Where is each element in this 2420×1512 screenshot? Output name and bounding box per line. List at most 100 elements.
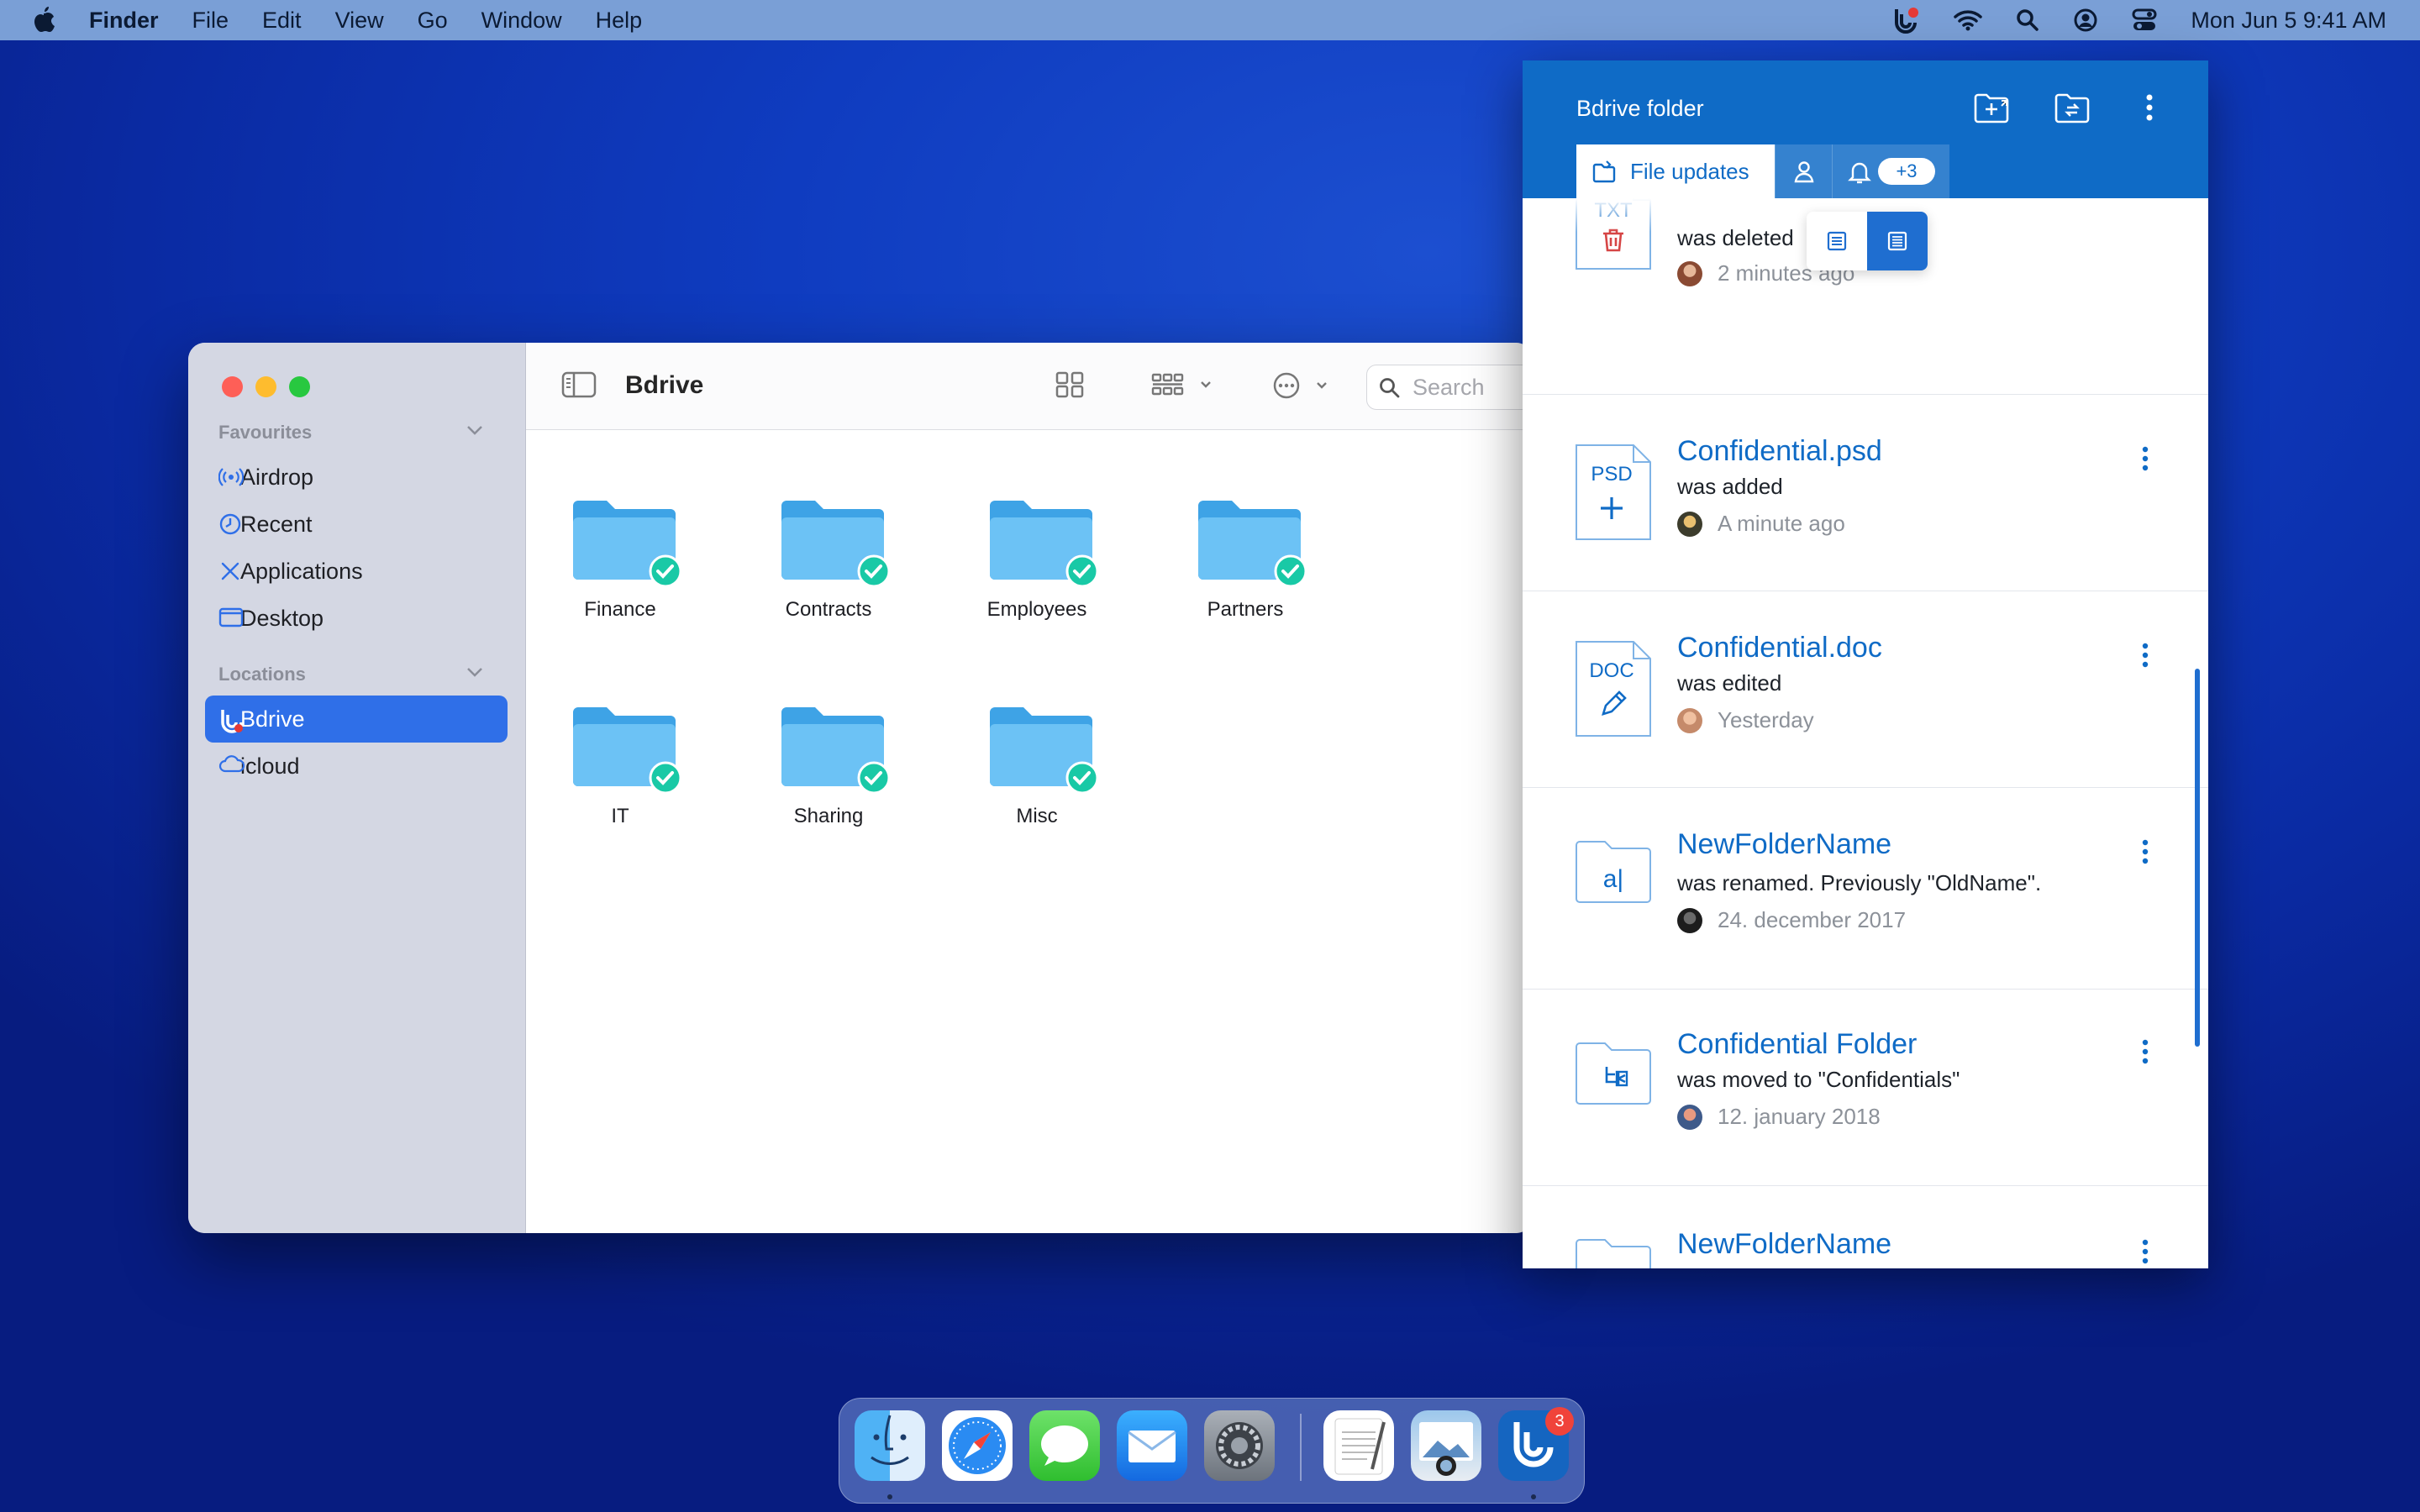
menu-view[interactable]: View	[335, 8, 384, 34]
chevron-down-icon[interactable]	[466, 665, 484, 679]
feed-scrollbar[interactable]	[2195, 669, 2200, 1047]
menu-bar: Finder File Edit View Go Window Help Mon…	[0, 0, 2420, 40]
wifi-icon[interactable]	[1954, 9, 1983, 31]
menu-edit[interactable]: Edit	[262, 8, 302, 34]
textedit-app-icon[interactable]	[1323, 1410, 1394, 1481]
safari-app-icon[interactable]	[942, 1410, 1013, 1481]
messages-app-icon[interactable]	[1029, 1410, 1100, 1481]
sidebar-item-applications[interactable]: Applications	[205, 548, 508, 595]
chevron-down-icon[interactable]	[466, 423, 484, 437]
feed-item-name[interactable]: Confidential.doc	[1677, 632, 1882, 664]
folder-synced-icon	[778, 696, 896, 796]
close-window-button[interactable]	[222, 376, 243, 397]
sidebar-item-bdrive[interactable]: Bdrive	[205, 696, 508, 743]
preview-app-icon[interactable]	[1411, 1410, 1481, 1481]
finder-app-icon[interactable]	[855, 1410, 925, 1481]
tab-label: File updates	[1630, 158, 1749, 184]
more-vertical-icon[interactable]	[2141, 1238, 2149, 1265]
sidebar-item-label: Airdrop	[240, 464, 314, 490]
detailed-view-button[interactable]	[1867, 212, 1928, 270]
sidebar-item-label: Applications	[240, 558, 363, 584]
new-folder-icon[interactable]	[1973, 91, 2012, 124]
finder-content: Finance Contracts Employees Partners IT …	[526, 430, 1533, 1233]
file-type-label: DOC	[1589, 659, 1634, 682]
more-actions-icon[interactable]	[1272, 371, 1336, 400]
file-psd-added-icon: PSD	[1575, 444, 1652, 541]
menu-app-name[interactable]: Finder	[89, 8, 159, 34]
feed-item[interactable]: Confidential Folder was moved to "Confid…	[1523, 990, 2208, 1186]
menu-help[interactable]: Help	[596, 8, 643, 34]
folder-item-partners[interactable]: Partners	[1178, 489, 1313, 640]
file-updates-feed: TXT was deleted 2 minutes ago PSD Confid…	[1523, 198, 2208, 1268]
menu-window[interactable]: Window	[481, 8, 562, 34]
menu-file[interactable]: File	[192, 8, 229, 34]
avatar	[1677, 907, 1702, 933]
feed-item-name[interactable]: NewFolderName	[1677, 1228, 1891, 1261]
tab-file-updates[interactable]: File updates	[1576, 144, 1775, 198]
more-vertical-icon[interactable]	[2141, 1038, 2149, 1065]
feed-item[interactable]: DOC Confidential.doc was edited Yesterda…	[1523, 591, 2208, 788]
sidebar-item-desktop[interactable]: Desktop	[205, 595, 508, 642]
apple-icon[interactable]	[32, 7, 55, 34]
control-center-icon[interactable]	[2132, 8, 2157, 32]
group-by-icon[interactable]	[1151, 371, 1215, 398]
sidebar-item-airdrop[interactable]: Airdrop	[205, 454, 508, 501]
window-title: Bdrive	[625, 371, 704, 399]
more-vertical-icon[interactable]	[2141, 445, 2149, 472]
minimize-window-button[interactable]	[255, 376, 276, 397]
sidebar-item-label: Desktop	[240, 605, 324, 631]
sync-folder-icon[interactable]	[2054, 91, 2092, 124]
folder-synced-icon	[986, 696, 1104, 796]
more-vertical-icon[interactable]	[2141, 642, 2149, 669]
search-input[interactable]: Search	[1366, 365, 1533, 410]
finder-window: Favourites Airdrop Recent Applications D…	[188, 343, 1533, 1233]
folder-item-employees[interactable]: Employees	[970, 489, 1104, 640]
sidebar-item-icloud[interactable]: icloud	[205, 743, 508, 790]
zoom-window-button[interactable]	[289, 376, 310, 397]
feed-item[interactable]: a| NewFolderName was renamed. Previously…	[1523, 788, 2208, 990]
search-placeholder: Search	[1413, 374, 1485, 400]
folder-synced-icon	[570, 696, 687, 796]
avatar	[1677, 707, 1702, 733]
finder-sidebar: Favourites Airdrop Recent Applications D…	[188, 343, 526, 1233]
feed-item[interactable]: PSD Confidential.psd was added A minute …	[1523, 395, 2208, 591]
tab-users[interactable]	[1775, 144, 1832, 198]
feed-item-action: was renamed. Previously "OldName".	[1677, 870, 2042, 895]
feed-item[interactable]: NewFolderName	[1523, 1186, 2208, 1268]
spotlight-search-icon[interactable]	[2016, 8, 2039, 32]
more-vertical-icon[interactable]	[2144, 91, 2154, 124]
menu-go[interactable]: Go	[418, 8, 448, 34]
feed-item-name[interactable]: Confidential.psd	[1677, 435, 1882, 468]
panel-header: Bdrive folder File updates +3	[1523, 60, 2208, 198]
feed-item-time: 24. december 2017	[1718, 907, 1907, 932]
icon-view-grid-icon[interactable]	[1055, 371, 1084, 398]
system-settings-app-icon[interactable]	[1204, 1410, 1275, 1481]
folder-item-misc[interactable]: Misc	[970, 696, 1104, 847]
sidebar-section-favourites: Favourites	[218, 422, 313, 443]
compact-view-button[interactable]	[1807, 212, 1867, 270]
folder-item-it[interactable]: IT	[553, 696, 687, 847]
list-detailed-icon	[1887, 231, 1907, 251]
folder-moved-icon	[1575, 1038, 1652, 1105]
bdrive-status-icon[interactable]	[1891, 6, 1920, 34]
tab-notifications[interactable]: +3	[1832, 144, 1949, 198]
feed-item-action: was added	[1677, 474, 1783, 499]
menu-clock[interactable]: Mon Jun 5 9:41 AM	[2191, 8, 2386, 34]
folder-item-finance[interactable]: Finance	[553, 489, 687, 640]
folder-item-contracts[interactable]: Contracts	[761, 489, 896, 640]
feed-item-name[interactable]: NewFolderName	[1677, 828, 1891, 861]
folder-label: Contracts	[785, 598, 872, 621]
mail-app-icon[interactable]	[1117, 1410, 1187, 1481]
folder-label: Partners	[1207, 598, 1284, 621]
sidebar-item-recent[interactable]: Recent	[205, 501, 508, 548]
avatar	[1677, 1104, 1702, 1130]
dock-separator	[1300, 1414, 1302, 1481]
more-vertical-icon[interactable]	[2141, 838, 2149, 865]
user-account-icon[interactable]	[2073, 8, 2098, 33]
feed-item-name[interactable]: Confidential Folder	[1677, 1028, 1917, 1061]
sidebar-toggle-icon[interactable]	[561, 371, 597, 398]
view-toggle	[1807, 212, 1928, 270]
feed-item-meta: Yesterday	[1677, 707, 1814, 733]
feed-item-time: 12. january 2018	[1718, 1104, 1881, 1129]
folder-item-sharing[interactable]: Sharing	[761, 696, 896, 847]
